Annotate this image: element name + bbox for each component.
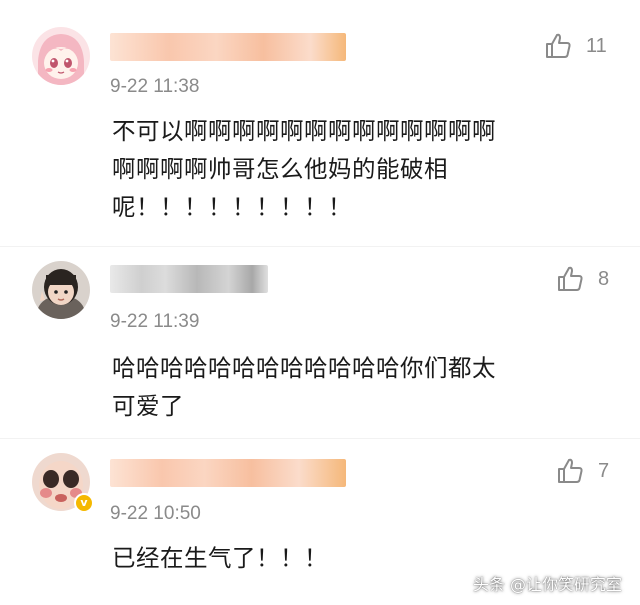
thumbs-up-icon [558,266,583,291]
blurred-username[interactable] [110,459,346,487]
comment-text-line: 哈哈哈哈哈哈哈哈哈哈哈哈你们都太 [112,354,496,382]
thumbs-up-icon [558,458,583,483]
like-button[interactable]: 8 [556,263,609,295]
comment-text-line: 呢！！！！！！！！！ [112,193,352,221]
blurred-username[interactable] [110,33,346,61]
comment-text: 已经在生气了！！！ [112,539,328,577]
child-photo-avatar-icon[interactable] [32,261,90,319]
comment-item: 9-22 11:38 不可以啊啊啊啊啊啊啊啊啊啊啊啊啊 啊啊啊啊帅哥怎么他妈的能… [0,0,640,246]
like-button[interactable]: 7 [556,455,609,487]
like-count: 8 [598,267,610,290]
comment-time: 9-22 11:38 [110,76,200,97]
comment-text-line: 不可以啊啊啊啊啊啊啊啊啊啊啊啊啊 [112,117,496,145]
comment-item: 9-22 11:39 哈哈哈哈哈哈哈哈哈哈哈哈你们都太 可爱了 8 [0,247,640,438]
blurred-username[interactable] [110,265,268,293]
like-count: 11 [586,34,607,57]
comment-time: 9-22 10:50 [110,503,201,524]
comment-text: 不可以啊啊啊啊啊啊啊啊啊啊啊啊啊 啊啊啊啊帅哥怎么他妈的能破相 呢！！！！！！！… [112,112,496,226]
like-button[interactable]: 11 [544,30,607,62]
comment-text-line: 可爱了 [112,392,184,420]
thumbs-up-icon [546,33,571,58]
comment-time: 9-22 11:39 [110,311,200,332]
verified-badge-icon: v [74,493,94,513]
watermark: 头条 @让你笑研究室 [472,575,622,594]
comment-text-line: 已经在生气了！！！ [112,544,328,572]
comment-text: 哈哈哈哈哈哈哈哈哈哈哈哈你们都太 可爱了 [112,349,496,425]
comment-text-line: 啊啊啊啊帅哥怎么他妈的能破相 [112,155,448,183]
like-count: 7 [598,459,610,482]
anime-girl-avatar-icon[interactable] [32,27,90,85]
